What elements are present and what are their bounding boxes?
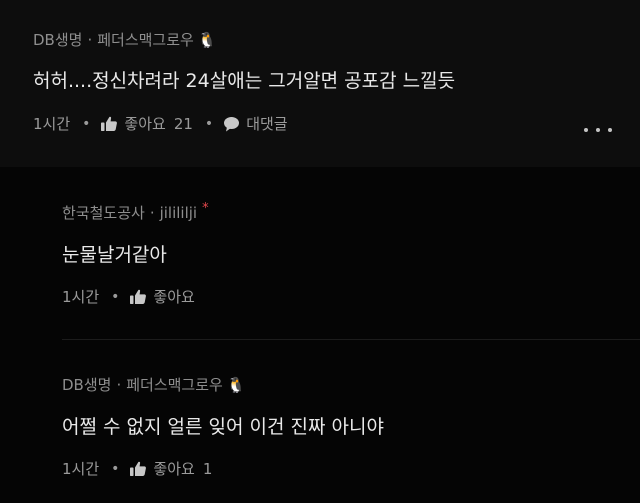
reply-1-author[interactable]: 한국철도공사 xyxy=(62,202,145,223)
comment-1-author[interactable]: DB생명 xyxy=(33,29,82,50)
more-options-icon[interactable] xyxy=(584,122,612,138)
like-label: 좋아요 xyxy=(153,460,195,478)
more-dot xyxy=(596,128,600,132)
reply-2-header: DB생명 · 페더스맥그로우 🐧 xyxy=(62,374,246,395)
reply-label: 대댓글 xyxy=(246,115,288,133)
like-count: 1 xyxy=(202,459,213,478)
comment-1-header: DB생명 · 페더스맥그로우 🐧 xyxy=(33,29,217,50)
thumbs-up-icon xyxy=(100,116,118,132)
reply-1-like-button[interactable]: 좋아요 xyxy=(129,286,195,307)
like-count: 21 xyxy=(173,114,193,133)
reply-1-text: 눈물날거같아 xyxy=(62,244,167,266)
thumbs-up-icon xyxy=(129,461,147,477)
comment-1-team: 페더스맥그로우 xyxy=(97,31,194,49)
penguin-icon: 🐧 xyxy=(197,30,217,49)
red-star-icon: * xyxy=(202,201,209,216)
comment-1-text: 허허....정신차려라 24살애는 그거알면 공포감 느낄듯 xyxy=(33,70,456,92)
speech-bubble-icon xyxy=(223,116,240,132)
reply-2-author[interactable]: DB생명 xyxy=(62,374,111,395)
reply-divider xyxy=(62,339,640,340)
comment-1-actions: 1시간 • 좋아요 21 • 대댓글 xyxy=(33,113,288,134)
reply-1-actions: 1시간 • 좋아요 xyxy=(62,286,195,307)
more-dot xyxy=(608,128,612,132)
separator-dot: • xyxy=(204,115,214,132)
reply-2-separator: · xyxy=(116,375,122,394)
thumbs-up-icon xyxy=(129,289,147,305)
reply-2-text: 어쩔 수 없지 얼른 잊어 이건 진짜 아니야 xyxy=(62,416,384,438)
reply-2-like-button[interactable]: 좋아요 1 xyxy=(129,458,212,479)
penguin-icon: 🐧 xyxy=(226,375,246,394)
comment-1-time: 1시간 xyxy=(33,115,71,133)
reply-1-team: jilililji xyxy=(159,203,198,222)
like-label: 좋아요 xyxy=(124,115,166,133)
reply-2-actions: 1시간 • 좋아요 1 xyxy=(62,458,212,479)
separator-dot: • xyxy=(111,288,120,305)
comment-1-separator: · xyxy=(87,30,93,49)
reply-1-time: 1시간 xyxy=(62,288,100,306)
separator-dot: • xyxy=(111,460,120,477)
comment-1-reply-button[interactable]: 대댓글 xyxy=(223,113,288,134)
reply-1-header: 한국철도공사 · jilililji * xyxy=(62,201,209,223)
like-label: 좋아요 xyxy=(153,288,195,306)
comment-1-like-button[interactable]: 좋아요 21 xyxy=(100,113,193,134)
separator-dot: • xyxy=(82,115,91,132)
more-dot xyxy=(584,128,588,132)
reply-2-time: 1시간 xyxy=(62,460,100,478)
reply-1-separator: · xyxy=(149,203,155,222)
reply-2-team: 페더스맥그로우 xyxy=(126,376,223,394)
